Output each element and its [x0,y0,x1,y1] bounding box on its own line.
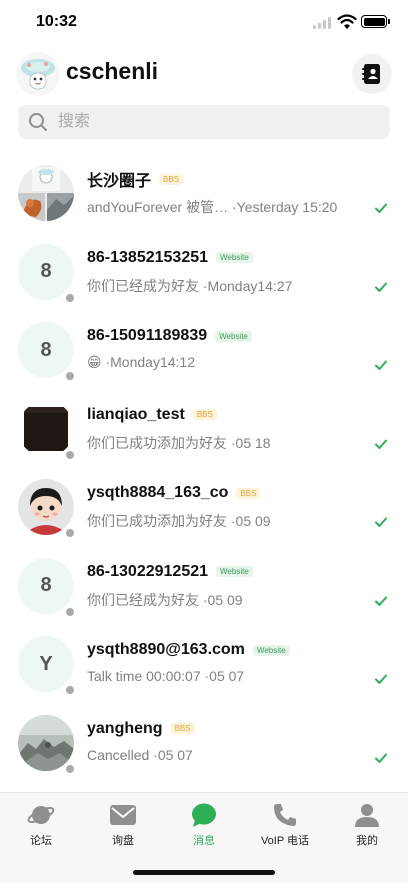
cartoon-avatar [18,479,74,535]
tab-label: 询盘 [112,835,134,847]
planet-icon [26,801,56,829]
presence-dot [65,528,75,538]
conversation-item[interactable]: 长沙圈子 BBS andYouForever 被管… ·Yesterday 15… [0,152,408,231]
home-indicator [133,870,275,875]
photo-avatar [18,714,74,771]
conversation-list: 长沙圈子 BBS andYouForever 被管… ·Yesterday 15… [0,152,408,780]
tab-label: VoIP 电话 [260,835,310,847]
message-preview: 你们已成功添加为好友 ·05 09 [87,513,271,529]
presence-dot [65,292,75,303]
letter-avatar: 8 [18,557,74,614]
phone-icon [270,801,300,829]
conversation-name: ysqth8884_163_co [87,484,229,501]
battery-icon [361,15,390,28]
tab-messages[interactable]: 消息 [163,801,245,851]
conversation-name: 86-13852153251 [87,248,209,266]
person-icon [352,801,382,829]
conversation-name: lianqiao_test [87,405,185,423]
contact-book-icon [362,64,380,84]
contacts-button[interactable] [352,54,392,94]
tab-label: 消息 [193,835,215,847]
checkmark-icon [375,203,387,213]
status-time: 10:32 [36,13,77,30]
letter-avatar: 8 [18,243,74,300]
source-badge: BBS [170,723,195,734]
checkmark-icon [375,282,387,292]
tab-forum[interactable]: 论坛 [0,801,82,851]
source-badge: BBS [236,487,261,499]
source-badge: BBS [159,173,184,185]
tab-label: 我的 [356,835,378,847]
conversation-item[interactable]: 8 86-13022912521 Website 你们已经成为好友 ·05 09 [0,545,408,624]
source-badge: Website [216,566,253,577]
source-badge: Website [252,644,290,656]
conversation-name: ysqth8890@163.com [87,641,245,658]
conversation-item[interactable]: yangheng BBS Cancelled ·05 07 [0,702,408,781]
letter-avatar: 8 [18,322,74,378]
search-input[interactable] [58,105,378,139]
conversation-item[interactable]: ysqth8884_163_co BBS 你们已成功添加为好友 ·05 09 [0,466,408,545]
letter-avatar: Y [18,636,74,692]
presence-dot [65,371,75,381]
message-preview: 你们已经成为好友 ·Monday14:27 [87,277,293,294]
checkmark-icon [375,360,387,370]
message-preview: 你们已经成为好友 ·05 09 [87,591,243,608]
tab-me[interactable]: 我的 [326,801,408,851]
search-icon [29,113,47,131]
checkmark-icon [375,674,387,684]
message-preview: 你们已成功添加为好友 ·05 18 [87,434,271,451]
message-preview: andYouForever 被管… ·Yesterday 15:20 [87,199,338,215]
checkmark-icon [375,753,387,763]
conversation-item[interactable]: 8 86-13852153251 Website 你们已经成为好友 ·Monda… [0,231,408,310]
user-avatar[interactable] [16,52,60,96]
message-preview: Talk time 00:00:07 ·05 07 [87,668,245,684]
checkmark-icon [375,596,387,606]
search-bar[interactable] [18,105,390,139]
header: cschenli [0,50,408,98]
conversation-item[interactable]: 8 86-15091189839 Website 😁 ·Monday14:12 [0,309,408,388]
status-bar: 10:32 [0,0,408,44]
conversation-name: yangheng [87,719,163,737]
source-badge: Website [215,330,252,342]
presence-dot [65,606,75,617]
photo-avatar [18,400,74,457]
conversation-name: 86-15091189839 [87,327,208,344]
tab-voip[interactable]: VoIP 电话 [244,801,326,851]
cellular-signal-icon [313,17,333,29]
conversation-name: 86-13022912521 [87,562,209,580]
conversation-item[interactable]: Y ysqth8890@163.com Website Talk time 00… [0,623,408,702]
mail-icon [108,801,138,829]
presence-dot [65,449,75,460]
conversation-name: 长沙圈子 [87,173,152,190]
source-badge: BBS [192,409,217,420]
presence-dot [65,685,75,695]
tab-label: 论坛 [30,835,52,847]
wifi-icon [337,14,357,29]
message-preview: Cancelled ·05 07 [87,746,193,763]
group-avatar [18,165,74,221]
checkmark-icon [375,439,387,449]
checkmark-icon [375,517,387,527]
username-title: cschenli [66,58,159,84]
conversation-item[interactable]: lianqiao_test BBS 你们已成功添加为好友 ·05 18 [0,388,408,467]
source-badge: Website [216,252,253,263]
tab-inquiry[interactable]: 询盘 [82,801,164,851]
chat-bubble-icon [189,801,219,829]
message-preview: 😁 ·Monday14:12 [87,354,195,370]
presence-dot [65,763,75,774]
